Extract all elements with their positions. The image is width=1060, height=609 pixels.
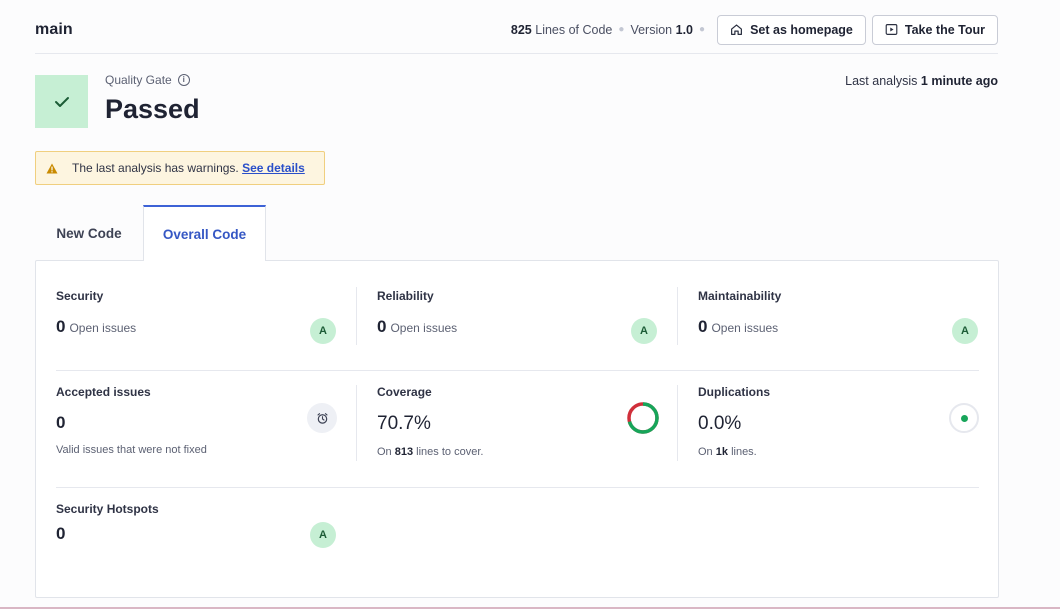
reliability-title: Reliability [377,289,434,303]
row-divider [56,370,979,371]
divider [356,385,357,461]
maintainability-count: 0 [698,317,708,336]
duplications-value: 0.0% [698,413,742,434]
separator-dot: ● [699,24,706,35]
analysis-warning-banner: The last analysis has warnings. See deta… [35,151,325,185]
take-tour-button[interactable]: Take the Tour [871,14,998,45]
coverage-value: 70.7% [377,413,431,434]
duplications-metric[interactable]: Duplications 0.0% On 1k lines. [698,385,770,458]
maintainability-sub: Open issues [711,321,779,335]
coverage-metric[interactable]: Coverage 70.7% On 813 lines to cover. [377,385,483,458]
maintainability-metric[interactable]: Maintainability 0 Open issues [698,289,781,337]
security-hotspots-metric[interactable]: Security Hotspots 0 [56,502,159,544]
coverage-note-value: 813 [394,446,414,458]
quality-gate-label-text: Quality Gate [105,73,172,87]
divider [356,287,357,345]
reliability-count: 0 [377,317,387,336]
lines-of-code: 825 Lines of Code [511,23,612,37]
maintainability-rating-badge[interactable]: A [952,318,978,344]
duplications-note-prefix: On [698,446,713,458]
tab-overall-code[interactable]: Overall Code [143,205,266,261]
accepted-issues-metric[interactable]: Accepted issues 0 Valid issues that were… [56,385,207,456]
see-details-link[interactable]: See details [242,161,305,175]
reliability-sub: Open issues [390,321,458,335]
maintainability-title: Maintainability [698,289,782,303]
code-tabs: New Code Overall Code [35,205,266,261]
version: Version 1.0 [630,23,693,37]
set-homepage-button[interactable]: Set as homepage [717,14,866,45]
maintainability-value: 0 Open issues [698,317,781,337]
quality-gate-status-box [35,75,88,128]
coverage-donut-chart[interactable] [626,401,660,435]
accepted-issues-value: 0 [56,413,66,432]
metrics-panel: Security 0 Open issues A Reliability 0 Ope… [35,260,999,598]
take-tour-label: Take the Tour [904,22,985,37]
project-overview-page: main 825 Lines of Code ● Version 1.0 ● S… [0,0,1060,609]
duplications-indicator-icon[interactable] [949,403,979,433]
version-label: Version [630,22,673,37]
project-meta: 825 Lines of Code ● Version 1.0 ● Set as… [511,14,998,45]
play-icon [885,24,898,35]
warning-message: The last analysis has warnings. [72,161,239,175]
clock-icon [307,403,337,433]
last-analysis-label: Last analysis [845,74,918,88]
reliability-value: 0 Open issues [377,317,457,337]
branch-name: main [35,20,73,38]
duplications-note-suffix: lines. [731,446,757,458]
security-sub: Open issues [69,321,137,335]
reliability-rating-badge[interactable]: A [631,318,657,344]
coverage-title: Coverage [377,385,432,399]
set-homepage-label: Set as homepage [750,22,853,37]
duplications-dot [960,414,968,422]
security-title: Security [56,289,104,303]
divider [677,287,678,345]
quality-gate-label: Quality Gate i [105,73,190,87]
home-icon [731,24,743,35]
check-icon [54,96,69,107]
warning-icon [46,163,58,173]
last-analysis: Last analysis 1 minute ago [845,74,998,88]
warning-text: The last analysis has warnings. See deta… [72,161,305,175]
security-hotspots-title: Security Hotspots [56,502,159,516]
duplications-note-value: 1k [715,446,728,458]
divider [677,385,678,461]
last-analysis-value: 1 minute ago [920,74,998,88]
version-value: 1.0 [675,22,694,37]
security-metric[interactable]: Security 0 Open issues [56,289,136,337]
project-header: main 825 Lines of Code ● Version 1.0 ● S… [35,6,998,54]
security-hotspots-rating-badge[interactable]: A [310,522,336,548]
info-icon[interactable]: i [177,74,190,86]
coverage-note-suffix: lines to cover. [416,446,484,458]
lines-of-code-label: Lines of Code [535,22,613,37]
row-divider [56,487,979,488]
security-value: 0 Open issues [56,317,136,337]
coverage-note-prefix: On [377,446,392,458]
duplications-title: Duplications [698,385,771,399]
quality-gate-status: Passed [105,94,200,124]
security-rating-badge[interactable]: A [310,318,336,344]
tab-new-code[interactable]: New Code [35,205,143,261]
security-hotspots-value: 0 [56,524,66,543]
security-count: 0 [56,317,66,336]
duplications-note: On 1k lines. [698,446,770,458]
accepted-issues-note: Valid issues that were not fixed [56,444,207,456]
reliability-metric[interactable]: Reliability 0 Open issues [377,289,457,337]
lines-of-code-value: 825 [510,22,532,37]
coverage-note: On 813 lines to cover. [377,446,483,458]
accepted-issues-title: Accepted issues [56,385,151,399]
separator-dot: ● [618,24,625,35]
